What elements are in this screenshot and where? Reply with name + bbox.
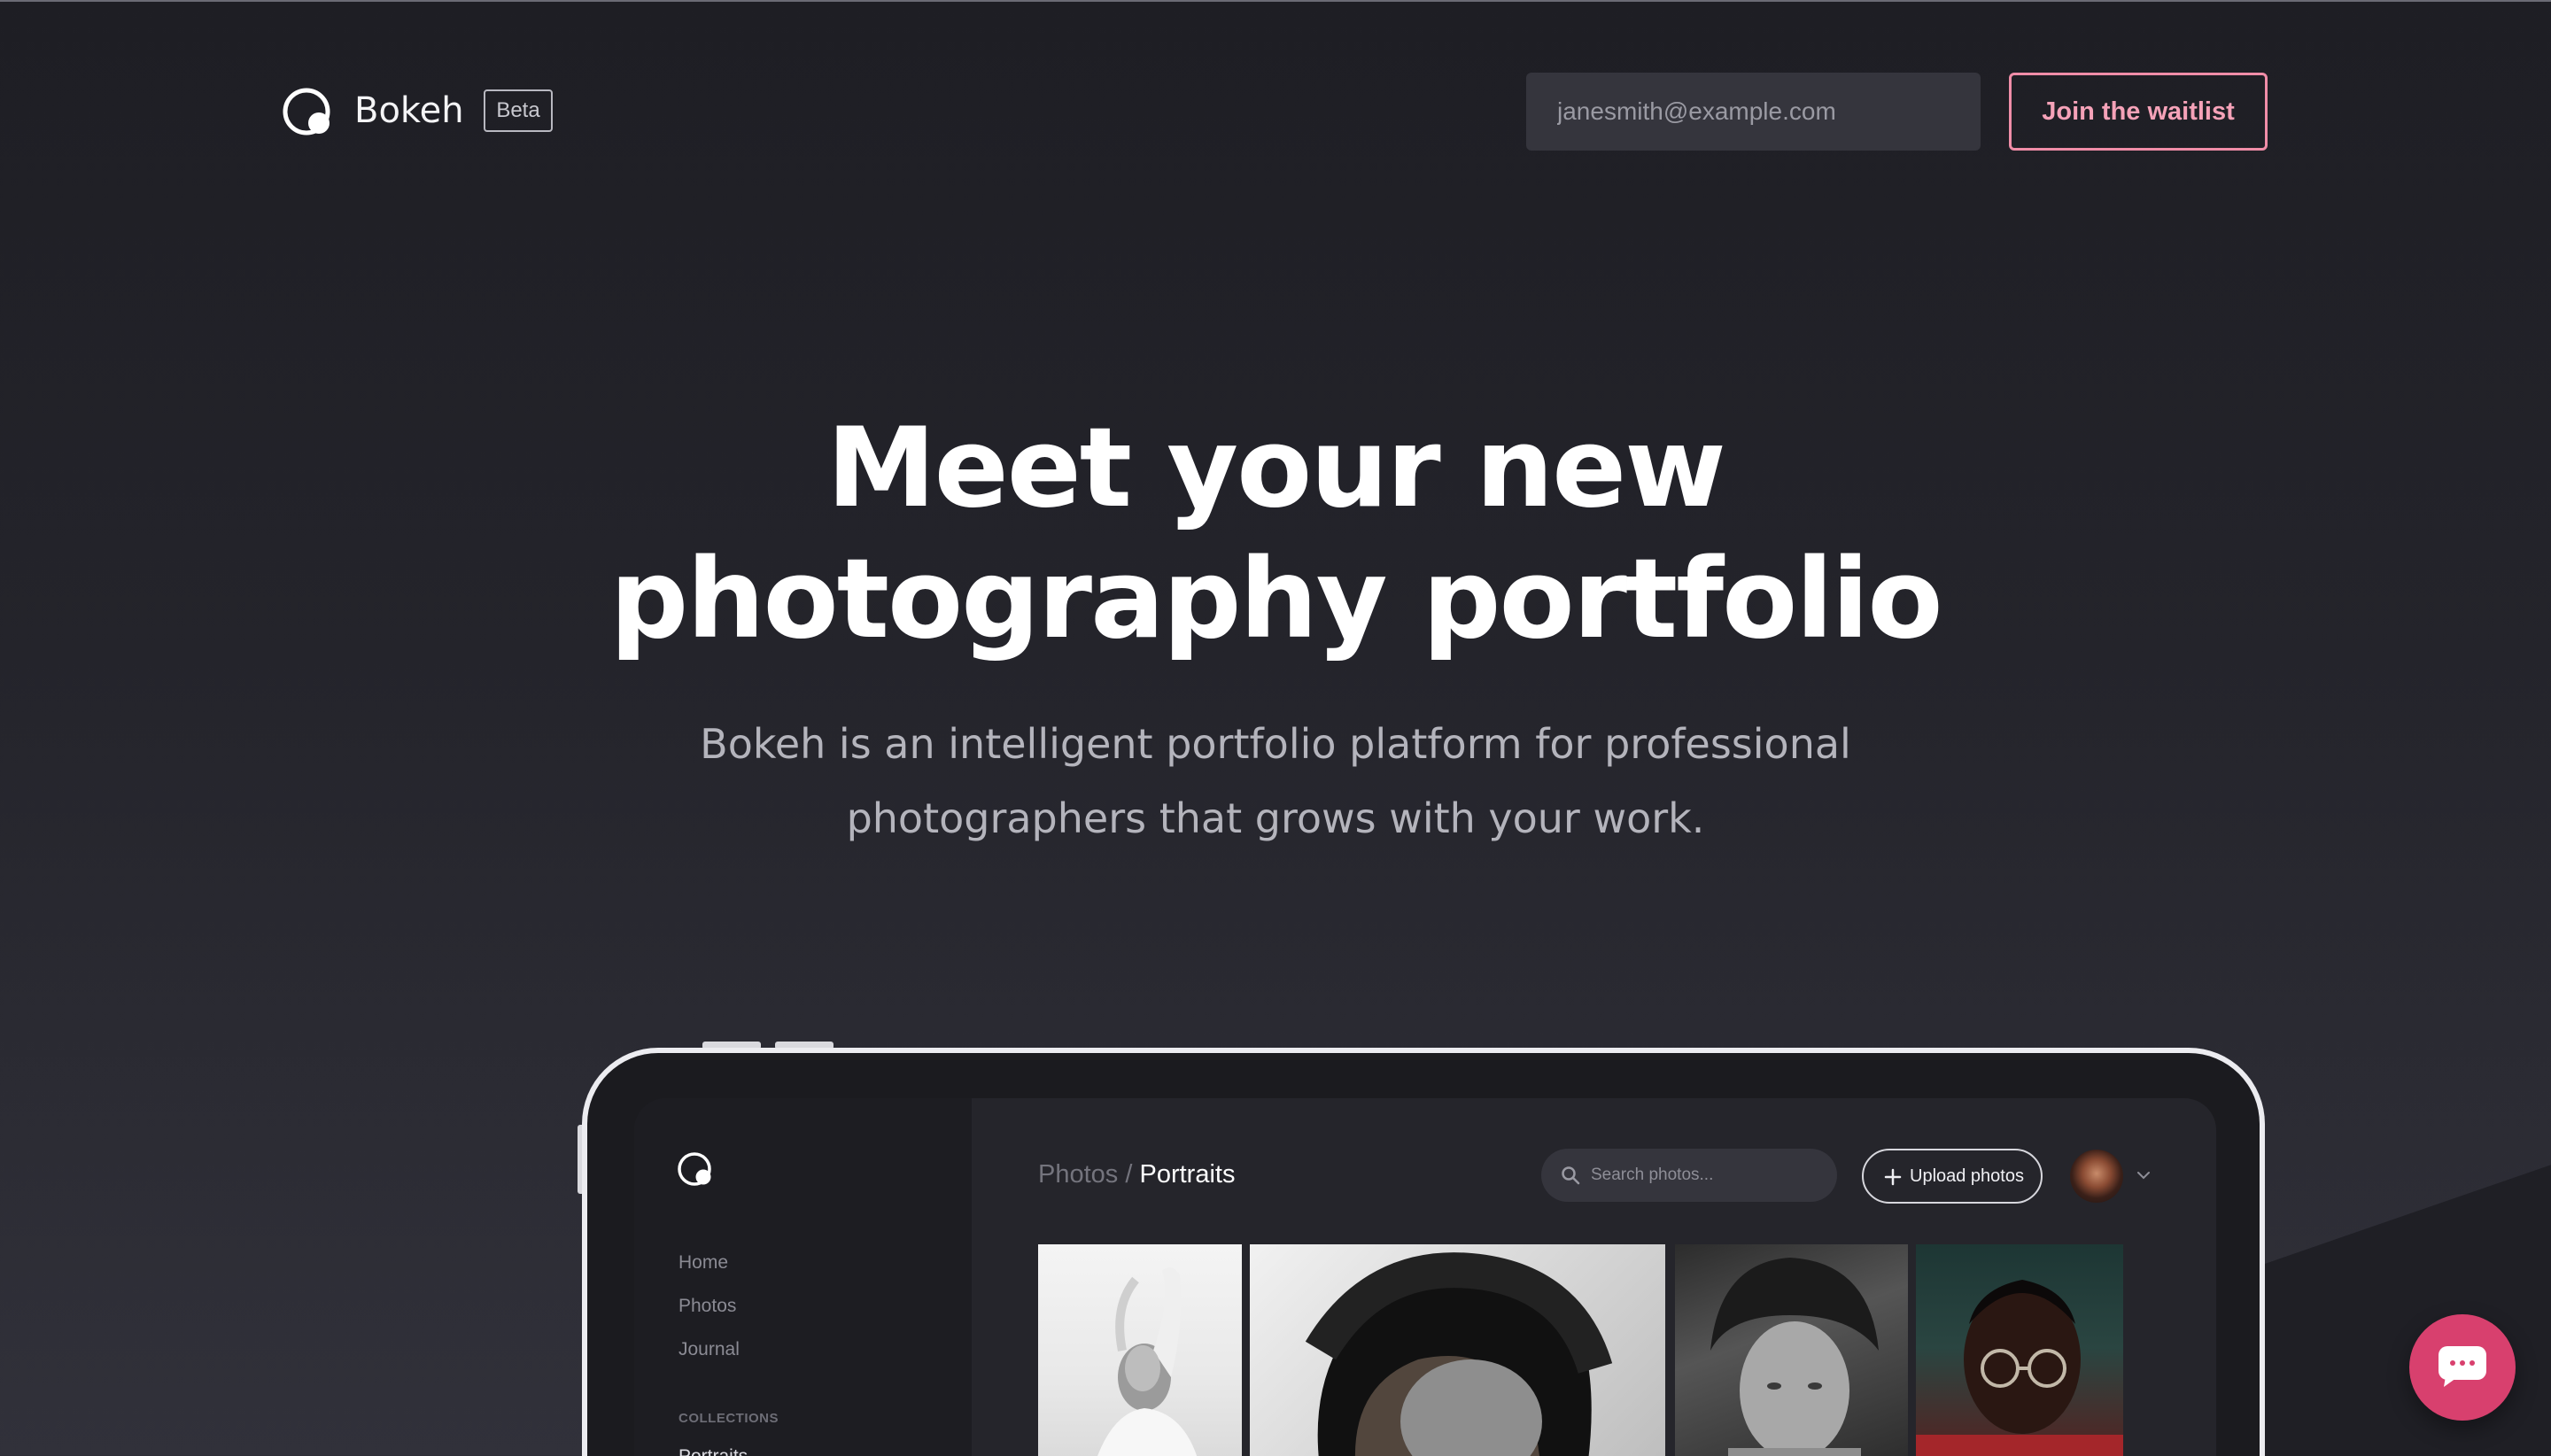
email-input[interactable] bbox=[1526, 73, 1981, 151]
photo-thumbnail[interactable] bbox=[1675, 1244, 1908, 1456]
hero-subtitle: Bokeh is an intelligent portfolio platfo… bbox=[655, 707, 1896, 856]
breadcrumb: Photos / Portraits bbox=[1038, 1160, 1235, 1189]
beta-badge: Beta bbox=[484, 89, 553, 132]
breadcrumb-separator: / bbox=[1125, 1160, 1133, 1189]
breadcrumb-current: Portraits bbox=[1139, 1160, 1236, 1189]
sidebar-item-photos[interactable]: Photos bbox=[678, 1296, 736, 1317]
hero-subtitle-line-1: Bokeh is an intelligent portfolio platfo… bbox=[700, 720, 1851, 768]
sidebar-item-journal[interactable]: Journal bbox=[678, 1339, 740, 1360]
sidebar-item-portraits[interactable]: Portraits bbox=[678, 1446, 748, 1456]
avatar[interactable] bbox=[2070, 1150, 2123, 1203]
app-sidebar: Home Photos Journal COLLECTIONS Portrait… bbox=[634, 1098, 972, 1456]
photo-thumbnail[interactable] bbox=[1916, 1244, 2123, 1456]
bokeh-logo-icon[interactable] bbox=[282, 85, 335, 138]
photo-search-input[interactable]: Search photos... bbox=[1541, 1149, 1837, 1202]
chat-icon bbox=[2439, 1346, 2486, 1387]
photo-thumbnail[interactable] bbox=[1038, 1244, 1242, 1456]
bokeh-logo-icon[interactable] bbox=[677, 1150, 716, 1189]
hero-subtitle-line-2: photographers that grows with your work. bbox=[846, 794, 1705, 842]
breadcrumb-parent[interactable]: Photos bbox=[1038, 1160, 1118, 1189]
site-header: Bokeh Beta Join the waitlist bbox=[0, 0, 2551, 221]
portrait-photo-2 bbox=[1305, 1252, 1613, 1456]
upload-photos-button[interactable]: Upload photos bbox=[1862, 1149, 2043, 1204]
app-preview-screen: Home Photos Journal COLLECTIONS Portrait… bbox=[634, 1098, 2216, 1456]
search-placeholder: Search photos... bbox=[1591, 1166, 1714, 1184]
photo-thumbnail[interactable] bbox=[1250, 1244, 1665, 1456]
portrait-photo-1 bbox=[1097, 1267, 1198, 1456]
sidebar-item-home[interactable]: Home bbox=[678, 1252, 728, 1274]
collections-heading: COLLECTIONS bbox=[678, 1411, 779, 1426]
portrait-photo-3 bbox=[1710, 1258, 1879, 1456]
upload-photos-label: Upload photos bbox=[1910, 1166, 2024, 1186]
chevron-down-icon[interactable] bbox=[2136, 1169, 2152, 1181]
chat-launcher-button[interactable] bbox=[2409, 1314, 2516, 1421]
join-waitlist-button[interactable]: Join the waitlist bbox=[2009, 73, 2268, 151]
hero-title-line-2: photography portfolio bbox=[609, 536, 1942, 663]
search-icon bbox=[1562, 1166, 1580, 1185]
portrait-photo-4 bbox=[1916, 1280, 2123, 1456]
plus-icon bbox=[1884, 1168, 1902, 1186]
brand-name[interactable]: Bokeh bbox=[354, 90, 464, 131]
hero-title-line-1: Meet your new bbox=[826, 405, 1726, 532]
hero-title: Meet your new photography portfolio bbox=[0, 403, 2551, 665]
